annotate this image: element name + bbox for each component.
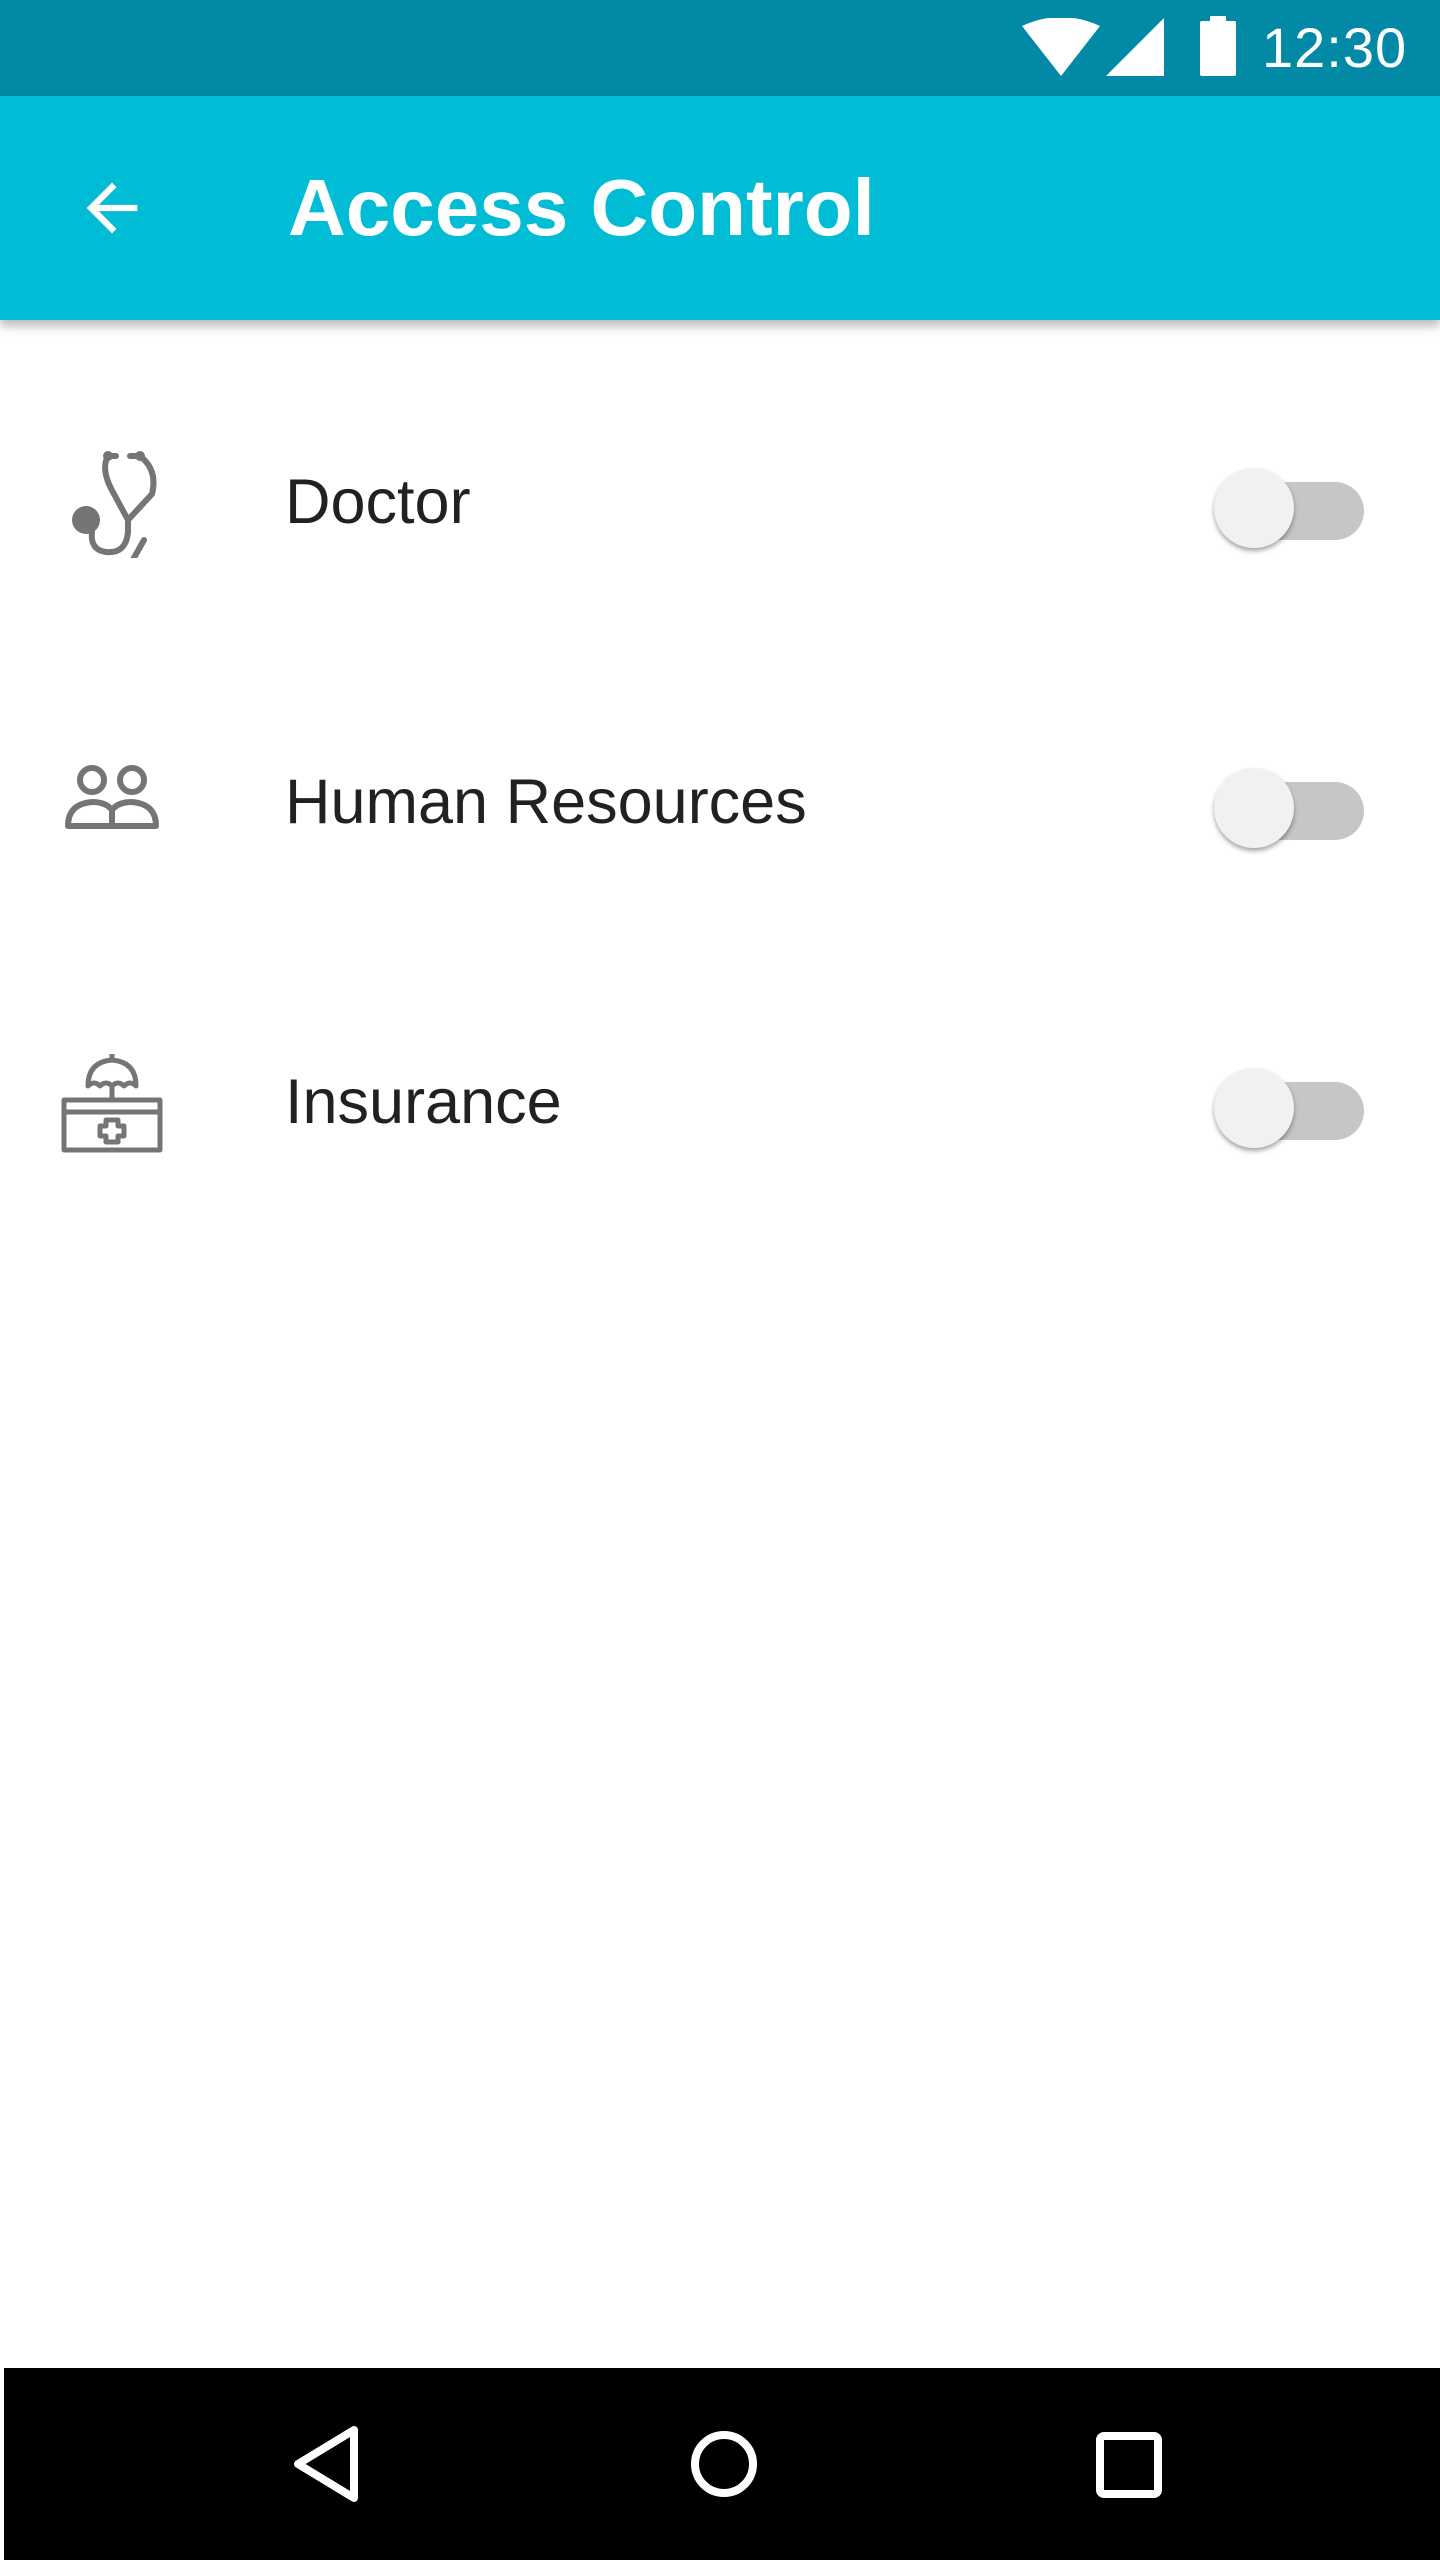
arrow-back-icon <box>86 182 138 234</box>
nav-back-button[interactable] <box>278 2414 378 2514</box>
status-clock: 12:30 <box>1262 16 1408 79</box>
signal-icon <box>1106 18 1164 76</box>
toggle-thumb <box>1214 768 1294 848</box>
toggle-thumb <box>1214 468 1294 548</box>
app-bar: Access Control <box>0 96 1440 320</box>
stethoscope-icon <box>72 451 157 558</box>
doctor-toggle[interactable] <box>1210 456 1370 548</box>
people-icon <box>65 765 159 829</box>
nav-home-button[interactable] <box>674 2414 774 2514</box>
toggle-thumb <box>1214 1068 1294 1148</box>
page-title: Access Control <box>288 163 875 252</box>
list-item-insurance[interactable]: Insurance <box>0 952 1440 1252</box>
status-bar: 12:30 <box>0 0 1440 96</box>
nav-home-icon <box>691 2431 757 2497</box>
list-item-doctor[interactable]: Doctor <box>0 352 1440 652</box>
battery-icon <box>1200 16 1236 76</box>
navigation-bar <box>4 2368 1440 2560</box>
back-button[interactable] <box>52 148 172 268</box>
wifi-icon <box>1022 18 1100 76</box>
human-resources-toggle[interactable] <box>1210 756 1370 848</box>
insurance-kit-icon <box>61 1054 163 1153</box>
list-item-human-resources[interactable]: Human Resources <box>0 652 1440 952</box>
list-item-label: Human Resources <box>285 767 807 837</box>
list-item-label: Insurance <box>285 1067 562 1137</box>
screen: 12:30 Access Control Doctor Human Resour… <box>0 0 1440 2560</box>
nav-back-icon <box>294 2426 358 2502</box>
list-item-label: Doctor <box>285 467 471 537</box>
nav-recents-icon <box>1096 2432 1162 2498</box>
insurance-toggle[interactable] <box>1210 1056 1370 1148</box>
nav-recents-button[interactable] <box>1078 2414 1178 2514</box>
